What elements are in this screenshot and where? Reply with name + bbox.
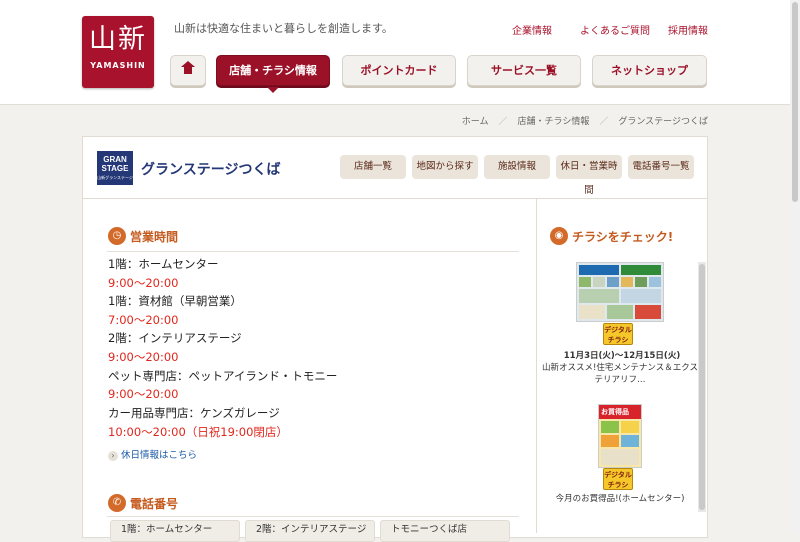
nav-net-shop[interactable]: ネットショップ xyxy=(592,55,707,86)
chevron-right-icon: › xyxy=(108,451,118,461)
hours-time: 9:00〜20:00 xyxy=(108,276,179,290)
hours-divider xyxy=(107,251,519,252)
site-header: 山新 YAMASHIN 山新は快適な住まいと暮らしを創造します。 企業情報 よく… xyxy=(0,0,800,105)
column-divider xyxy=(536,199,537,533)
tagline: 山新は快適な住まいと暮らしを創造します。 xyxy=(174,22,393,35)
flyer-2-title[interactable]: 今月のお買得品!(ホームセンター) xyxy=(542,492,698,504)
hours-time: 10:00〜20:00（日祝19:00閉店） xyxy=(108,425,288,439)
logo-kanji: 山新 xyxy=(89,24,147,55)
window-scrollbar-thumb[interactable] xyxy=(792,2,798,202)
subnav-map-search[interactable]: 地図から探す xyxy=(412,155,478,179)
subnav-holiday-hours[interactable]: 休日・営業時間 xyxy=(556,155,622,196)
hours-label: ペット専門店：ペットアイランド・トモニー xyxy=(108,369,338,383)
store-title: グランステージつくば xyxy=(141,162,281,178)
phone-tab-home-center[interactable]: 1階：ホームセンター xyxy=(110,520,240,542)
nav-services[interactable]: サービス一覧 xyxy=(467,55,581,86)
flyer-thumbnail-2[interactable]: お買得品 xyxy=(598,404,642,468)
flyer-scrollbar[interactable] xyxy=(698,262,706,512)
gran-stage-logo: GRAN STAGE 山新グランステージ xyxy=(97,151,133,185)
clock-icon: ◷ xyxy=(108,227,126,245)
subnav-facility-info[interactable]: 施設情報 xyxy=(484,155,550,179)
subnav-phone-list[interactable]: 電話番号一覧 xyxy=(628,155,694,179)
window-scrollbar[interactable] xyxy=(790,0,800,533)
breadcrumb: ホーム／店舗・チラシ情報／グランステージつくば xyxy=(461,117,708,127)
flyers-heading: チラシをチェック! xyxy=(572,230,674,244)
hours-label: カー用品専門店：ケンズガレージ xyxy=(108,406,280,420)
hours-label: 1階：資材館（早朝営業） xyxy=(108,294,242,308)
digital-flyer-badge[interactable]: デジタル チラシ xyxy=(603,468,633,490)
logo-roman: YAMASHIN xyxy=(90,61,146,70)
flyer-1-title[interactable]: 山新オススメ!住宅メンテナンス＆エクステリアリフ… xyxy=(542,361,698,385)
phone-tab-tomony[interactable]: トモニーつくば店 xyxy=(380,520,510,542)
util-link-faq[interactable]: よくあるご質問 xyxy=(580,22,650,37)
digital-flyer-badge[interactable]: デジタル チラシ xyxy=(603,323,633,345)
flyer-scrollbar-thumb[interactable] xyxy=(699,264,705,510)
phone-icon: ✆ xyxy=(108,494,126,512)
phone-tab-interior[interactable]: 2階：インテリアステージ xyxy=(245,520,375,542)
hours-label: 1階：ホームセンター xyxy=(108,257,219,271)
nav-stores-flyers[interactable]: 店舗・チラシ情報 xyxy=(216,55,330,93)
hours-time: 9:00〜20:00 xyxy=(108,387,179,401)
breadcrumb-current: グランステージつくば xyxy=(618,117,708,127)
flyer-1-image xyxy=(577,263,663,321)
nav-point-card[interactable]: ポイントカード xyxy=(342,55,456,86)
phone-heading: 電話番号 xyxy=(130,497,179,511)
util-link-careers[interactable]: 採用情報 xyxy=(668,22,708,37)
hours-time: 9:00〜20:00 xyxy=(108,350,179,364)
yamashin-logo[interactable]: 山新 YAMASHIN xyxy=(82,16,154,88)
hours-label: 2階：インテリアステージ xyxy=(108,331,242,345)
subnav-store-list[interactable]: 店舗一覧 xyxy=(340,155,406,179)
flyer-thumbnail-1[interactable] xyxy=(576,262,664,322)
hours-heading: 営業時間 xyxy=(130,230,179,244)
hours-time: 7:00〜20:00 xyxy=(108,313,179,327)
util-link-company[interactable]: 企業情報 xyxy=(512,22,552,37)
eye-icon: ◉ xyxy=(550,227,568,245)
phone-divider xyxy=(107,516,519,517)
store-header: GRAN STAGE 山新グランステージ グランステージつくば 店舗一覧 地図から… xyxy=(82,136,708,198)
home-icon xyxy=(181,61,195,76)
flyer-2-banner: お買得品 xyxy=(601,408,629,416)
nav-home-button[interactable] xyxy=(170,55,206,86)
holiday-info-link[interactable]: › 休日情報はこちら xyxy=(108,447,197,461)
flyer-1-date: 11月3日(火)〜12月15日(火) xyxy=(563,351,681,361)
breadcrumb-stores[interactable]: 店舗・チラシ情報 xyxy=(518,117,590,127)
breadcrumb-home[interactable]: ホーム xyxy=(462,117,489,127)
